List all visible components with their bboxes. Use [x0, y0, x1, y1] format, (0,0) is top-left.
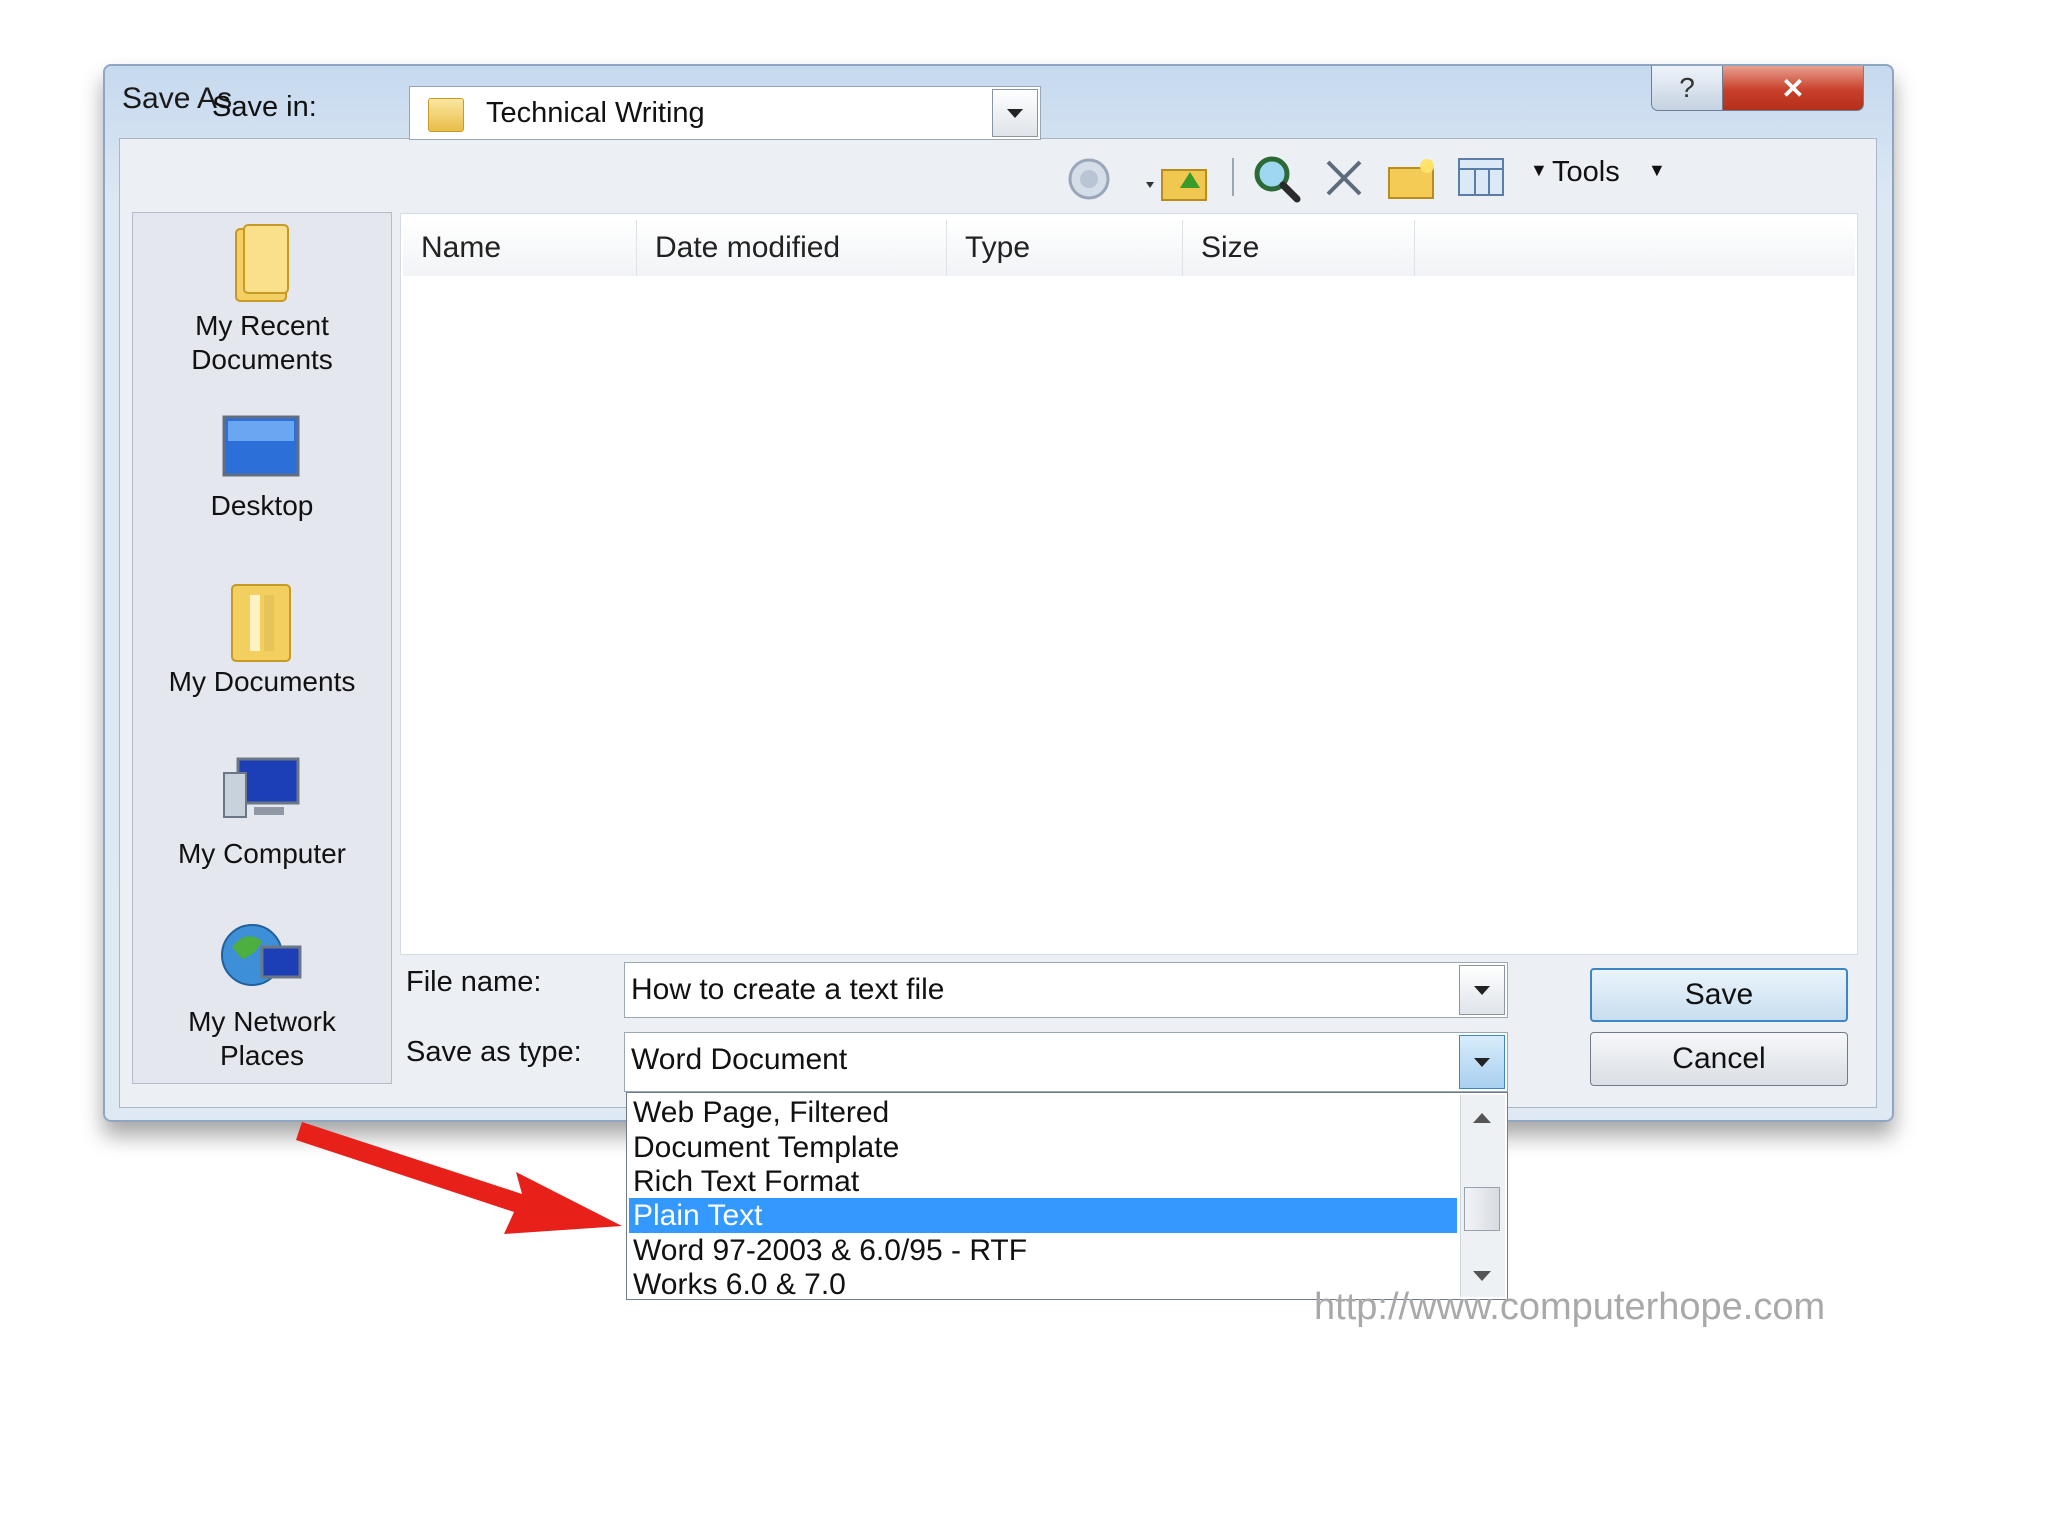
help-button[interactable]: ?	[1651, 66, 1723, 111]
place-label: Desktop	[210, 490, 314, 521]
option-rich-text-format[interactable]: Rich Text Format	[629, 1164, 1457, 1199]
network-places-icon	[221, 924, 302, 986]
option-web-page-filtered[interactable]: Web Page, Filtered	[629, 1095, 1457, 1130]
scrollbar-thumb[interactable]	[1464, 1187, 1500, 1231]
place-label: My Network	[188, 1006, 336, 1037]
back-icon[interactable]	[1064, 154, 1114, 204]
new-folder-icon[interactable]	[1385, 154, 1439, 202]
save-as-type-value: Word Document	[631, 1043, 848, 1076]
places-bar: My Recent Documents Desktop My Documents…	[132, 212, 392, 1084]
my-documents-icon	[231, 584, 291, 662]
option-plain-text[interactable]: Plain Text	[629, 1198, 1457, 1233]
save-as-type-select[interactable]: Word Document	[624, 1032, 1508, 1092]
option-word-97-2003-rtf[interactable]: Word 97-2003 & 6.0/95 - RTF	[629, 1233, 1457, 1268]
save-in-combobox[interactable]: Technical Writing	[409, 86, 1041, 140]
column-header-filler	[1415, 220, 1855, 276]
chevron-down-icon	[1474, 1057, 1490, 1067]
place-label: Documents	[191, 344, 333, 375]
watermark: http://www.computerhope.com	[1314, 1286, 1826, 1328]
save-in-dropdown-button[interactable]	[992, 89, 1038, 137]
file-name-dropdown-button[interactable]	[1459, 965, 1505, 1015]
up-folder-icon[interactable]	[1140, 152, 1212, 206]
search-web-icon[interactable]	[1248, 150, 1304, 206]
close-button[interactable]: ✕	[1722, 66, 1864, 111]
place-my-documents[interactable]: My Documents	[133, 575, 391, 705]
place-label: My Documents	[168, 666, 356, 697]
file-list[interactable]: Name Date modified Type Size	[400, 213, 1858, 955]
file-name-value: How to create a text file	[631, 973, 945, 1006]
save-as-type-options[interactable]: Web Page, Filtered Document Template Ric…	[626, 1092, 1508, 1301]
column-header-size[interactable]: Size	[1183, 220, 1415, 276]
tools-menu[interactable]: ▼ Tools ▼	[1530, 152, 1680, 202]
chevron-down-icon: ▼	[1648, 160, 1666, 180]
save-in-label: Save in:	[212, 91, 317, 123]
scroll-up-icon[interactable]	[1473, 1113, 1491, 1123]
place-label: My Recent	[195, 310, 329, 341]
chevron-down-icon	[1007, 108, 1023, 118]
file-name-label: File name:	[406, 966, 542, 998]
cancel-button[interactable]: Cancel	[1590, 1032, 1848, 1086]
chevron-down-icon	[1474, 985, 1490, 995]
help-icon: ?	[1679, 72, 1695, 103]
option-document-template[interactable]: Document Template	[629, 1130, 1457, 1165]
file-name-field[interactable]: How to create a text file	[624, 962, 1508, 1018]
place-label: Places	[219, 1040, 305, 1071]
tools-label: Tools	[1552, 156, 1620, 188]
save-in-value: Technical Writing	[486, 97, 705, 129]
place-my-network-places[interactable]: My Network Places	[133, 917, 391, 1077]
folder-icon	[428, 98, 464, 132]
my-computer-icon	[223, 757, 300, 818]
column-header-date-modified[interactable]: Date modified	[637, 220, 947, 276]
recent-documents-icon	[235, 224, 289, 302]
options-scrollbar[interactable]	[1460, 1095, 1505, 1297]
place-my-recent-documents[interactable]: My Recent Documents	[133, 213, 391, 383]
annotation-arrow	[296, 1122, 622, 1234]
column-header-type[interactable]: Type	[947, 220, 1183, 276]
delete-icon[interactable]	[1320, 154, 1368, 202]
place-desktop[interactable]: Desktop	[133, 403, 391, 533]
views-icon[interactable]	[1455, 155, 1507, 199]
column-header-name[interactable]: Name	[403, 220, 637, 276]
place-label: My Computer	[177, 838, 347, 869]
toolbar-separator	[1232, 158, 1234, 196]
save-as-type-dropdown-button[interactable]	[1459, 1035, 1505, 1089]
desktop-icon	[222, 415, 300, 477]
save-button[interactable]: Save	[1590, 968, 1848, 1022]
close-icon: ✕	[1781, 72, 1805, 104]
tools-caret-icon: ▼	[1530, 160, 1548, 180]
save-as-type-label: Save as type:	[406, 1036, 582, 1068]
place-my-computer[interactable]: My Computer	[133, 749, 391, 879]
scroll-down-icon[interactable]	[1473, 1271, 1491, 1281]
